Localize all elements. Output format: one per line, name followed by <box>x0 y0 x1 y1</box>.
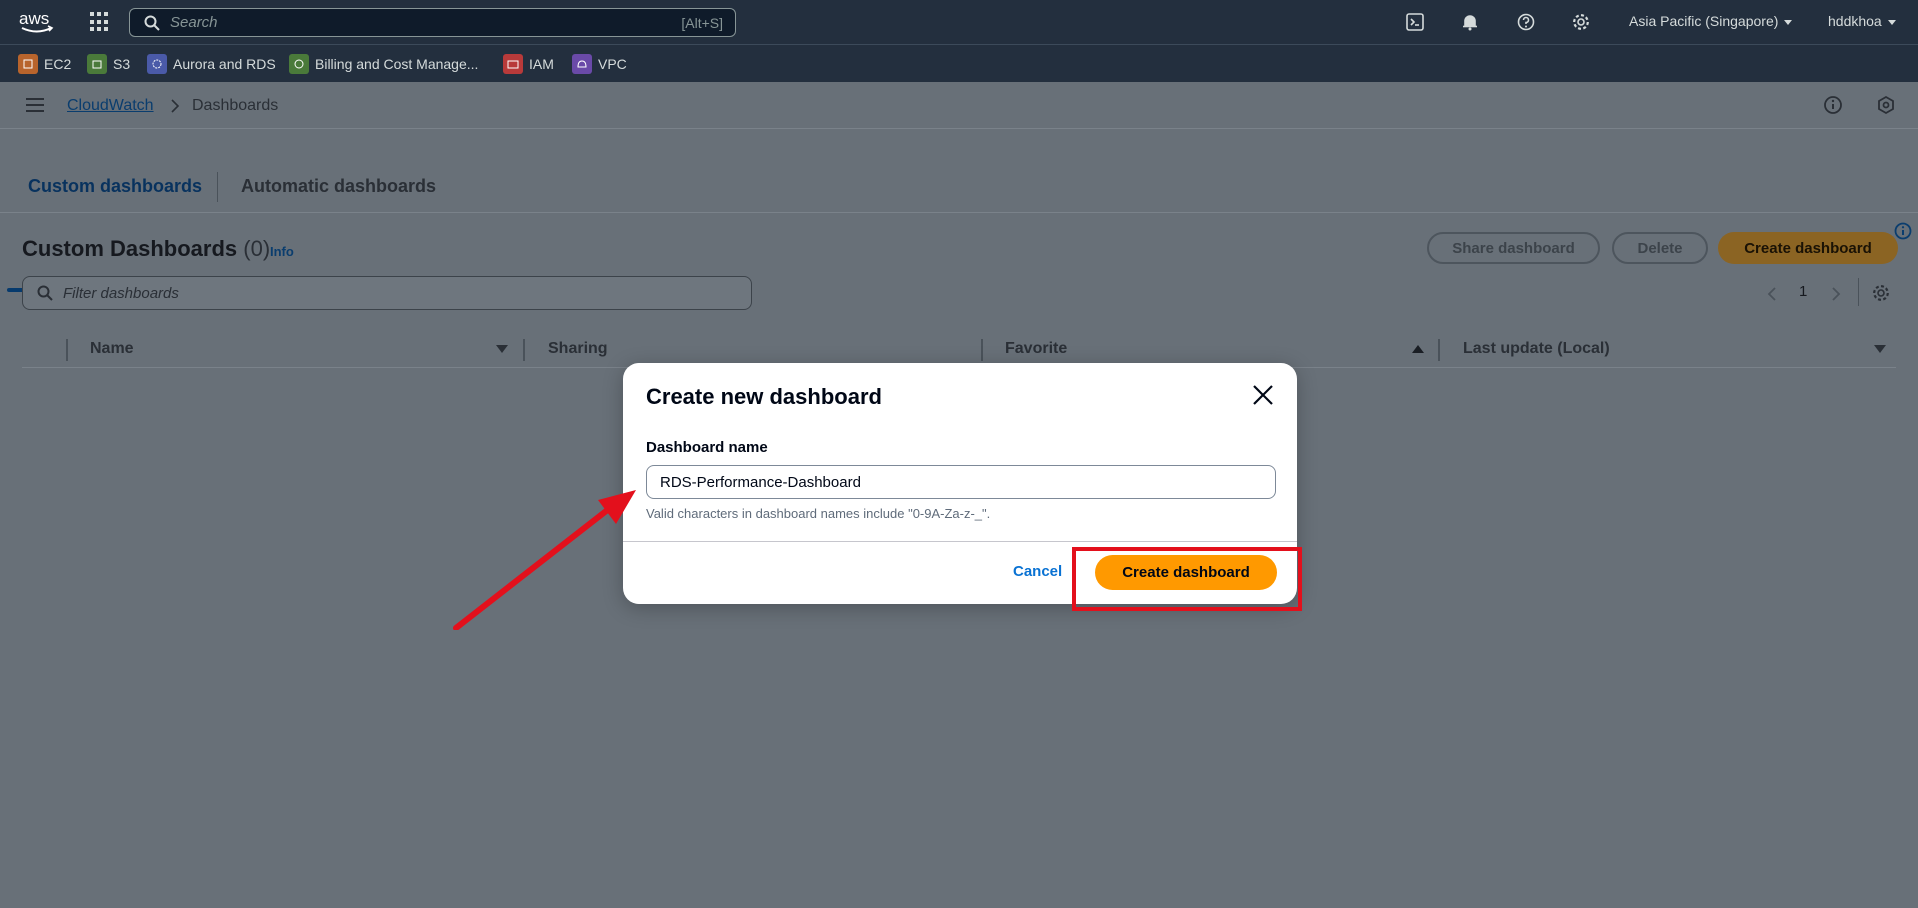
apps-grid-icon[interactable] <box>90 12 110 32</box>
share-dashboard-button[interactable]: Share dashboard <box>1427 232 1600 264</box>
highlight-box <box>1072 547 1302 611</box>
iam-service-icon <box>503 54 523 74</box>
info-link[interactable]: Info <box>270 244 294 259</box>
dashboard-name-input[interactable] <box>646 465 1276 499</box>
section-title: Custom Dashboards (0) <box>22 236 270 262</box>
vpc-service-icon <box>572 54 592 74</box>
favorite-label: Billing and Cost Manage... <box>315 56 479 72</box>
breadcrumb: CloudWatch Dashboards <box>0 82 1918 129</box>
favorite-billing[interactable]: Billing and Cost Manage... <box>289 54 478 74</box>
modal-title: Create new dashboard <box>646 384 882 409</box>
info-circle-icon[interactable] <box>1823 95 1843 115</box>
favorite-label: S3 <box>113 56 131 72</box>
chevron-right-icon <box>171 99 180 113</box>
search-icon <box>144 15 160 31</box>
favorite-label: Aurora and RDS <box>173 56 276 72</box>
caret-down-icon <box>1887 19 1896 25</box>
svg-text:aws: aws <box>19 9 49 28</box>
column-separator <box>1438 339 1440 361</box>
dashboard-name-hint: Valid characters in dashboard names incl… <box>646 506 991 521</box>
annotation-arrow-icon <box>453 490 636 630</box>
modal-divider <box>623 541 1297 542</box>
chevron-left-icon[interactable] <box>1766 286 1778 302</box>
gear-icon[interactable] <box>1570 11 1592 33</box>
user-menu[interactable]: hddkhoa <box>1828 13 1896 29</box>
close-icon[interactable] <box>1251 383 1275 407</box>
column-separator <box>523 339 525 361</box>
delete-button[interactable]: Delete <box>1612 232 1708 264</box>
bell-icon[interactable] <box>1459 11 1481 33</box>
favorite-label: IAM <box>529 56 554 72</box>
section-title-text: Custom Dashboards <box>22 236 238 261</box>
favorite-iam[interactable]: IAM <box>503 54 554 74</box>
search-input[interactable]: Search [Alt+S] <box>129 8 736 37</box>
settings-hex-icon[interactable] <box>1876 95 1896 115</box>
tab-separator <box>217 172 218 202</box>
favorite-s3[interactable]: S3 <box>87 54 130 74</box>
filter-dashboards-input[interactable]: Filter dashboards <box>22 276 752 310</box>
column-name[interactable]: Name <box>90 340 134 358</box>
top-navigation: aws Search [Alt+S] Asia Pacific (Singapo… <box>0 0 1918 44</box>
rds-service-icon <box>147 54 167 74</box>
chevron-right-icon[interactable] <box>1830 286 1842 302</box>
favorite-label: VPC <box>598 56 627 72</box>
help-icon[interactable] <box>1515 11 1537 33</box>
favorites-bar: EC2 S3 Aurora and RDS Billing and Cost M… <box>0 44 1918 82</box>
favorite-label: EC2 <box>44 56 72 72</box>
s3-service-icon <box>87 54 107 74</box>
dashboard-name-label: Dashboard name <box>646 439 768 456</box>
favorite-vpc[interactable]: VPC <box>572 54 627 74</box>
region-selector[interactable]: Asia Pacific (Singapore) <box>1629 13 1793 29</box>
breadcrumb-cloudwatch-link[interactable]: CloudWatch <box>67 97 154 115</box>
caret-down-icon <box>1784 19 1793 25</box>
aws-logo-icon[interactable]: aws <box>18 8 56 36</box>
column-separator <box>66 339 68 361</box>
cloudshell-icon[interactable] <box>1404 11 1426 33</box>
search-icon <box>37 285 53 301</box>
search-shortcut: [Alt+S] <box>681 14 723 31</box>
tab-custom-dashboards[interactable]: Custom dashboards <box>28 176 202 197</box>
column-favorite[interactable]: Favorite <box>1005 340 1067 358</box>
search-placeholder: Search <box>170 14 218 31</box>
user-label: hddkhoa <box>1828 13 1882 29</box>
sort-down-icon[interactable] <box>1874 345 1886 353</box>
column-last-update[interactable]: Last update (Local) <box>1463 340 1610 358</box>
sort-up-icon[interactable] <box>1412 345 1424 353</box>
favorite-aurora-rds[interactable]: Aurora and RDS <box>147 54 276 74</box>
sort-down-icon[interactable] <box>496 345 508 353</box>
pager-divider <box>1858 278 1859 306</box>
tab-automatic-dashboards[interactable]: Automatic dashboards <box>241 176 436 197</box>
filter-placeholder: Filter dashboards <box>63 284 179 302</box>
column-separator <box>981 339 983 361</box>
breadcrumb-current: Dashboards <box>192 97 279 114</box>
column-sharing[interactable]: Sharing <box>548 340 608 358</box>
cancel-button[interactable]: Cancel <box>1013 563 1062 580</box>
menu-icon[interactable] <box>26 98 44 112</box>
dashboard-count: (0) <box>243 236 271 261</box>
create-dashboard-button-bg[interactable]: Create dashboard <box>1718 232 1898 264</box>
tabs-divider <box>0 212 1918 213</box>
page-number[interactable]: 1 <box>1799 283 1807 300</box>
gear-icon[interactable] <box>1872 284 1890 302</box>
region-label: Asia Pacific (Singapore) <box>1629 13 1779 29</box>
billing-service-icon <box>289 54 309 74</box>
favorite-ec2[interactable]: EC2 <box>18 54 71 74</box>
ec2-service-icon <box>18 54 38 74</box>
info-circle-icon[interactable] <box>1894 222 1912 240</box>
